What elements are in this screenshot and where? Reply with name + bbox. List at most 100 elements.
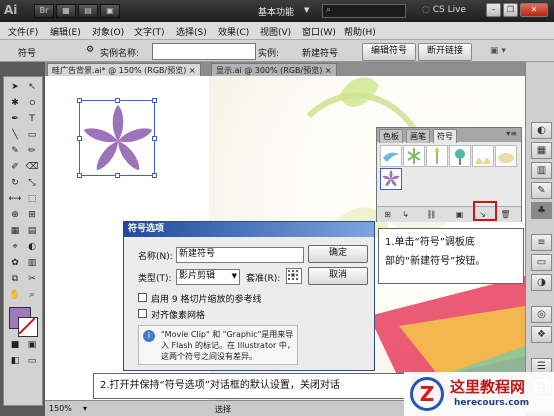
menu-type[interactable]: 文字(T) [134,25,165,38]
restore-icon[interactable]: ❐ [503,3,518,17]
menu-effect[interactable]: 效果(C) [218,25,249,38]
symbols-panel-icon[interactable]: ♣ [531,202,552,219]
symbol-swatch[interactable] [449,145,471,167]
selection-tool-icon[interactable]: ➤ [8,81,22,94]
perspective-grid-icon[interactable]: ⊞ [25,209,39,222]
control-options-icon[interactable]: ▣ ▾ [490,46,506,56]
close-icon[interactable]: ✕ [520,3,548,17]
rotate-tool-icon[interactable]: ↻ [8,177,22,190]
brushes-panel-icon[interactable]: ✎ [531,182,552,199]
selection-bounding-box[interactable] [77,98,157,178]
zoom-level[interactable]: 150% [49,404,72,413]
color-panel-icon[interactable]: ◐ [531,122,552,139]
callout-line: 1.单击“符号”调板底 [385,237,475,248]
scale-tool-icon[interactable]: ⤡ [25,177,39,190]
stroke-color-swatch[interactable] [18,317,38,337]
symbol-swatch[interactable] [380,145,402,167]
workspace-switcher[interactable]: 基本功能 [258,5,294,18]
gradient-tool-icon[interactable]: ▤ [25,225,39,238]
symbol-swatch[interactable] [403,145,425,167]
menu-file[interactable]: 文件(F) [8,25,38,38]
eraser-icon[interactable]: ⌫ [25,161,39,174]
cs-live-button[interactable]: ◌ CS Live [422,5,466,15]
panel-menu-icon[interactable]: ▾≡ [506,129,517,138]
gradient-panel-icon[interactable]: ▭ [531,254,552,271]
blend-tool-icon[interactable]: ◐ [25,241,39,254]
pixel-grid-checkbox[interactable] [138,309,147,318]
arrange-documents-icon[interactable]: ▤ [78,4,98,18]
gradient-mode-icon[interactable]: ▣ [25,339,39,352]
width-tool-icon[interactable]: ⟷ [8,193,22,206]
instance-name-input[interactable] [152,43,256,60]
line-tool-icon[interactable]: ╲ [8,129,22,142]
shape-builder-icon[interactable]: ⊕ [8,209,22,222]
graphic-styles-icon[interactable]: ❖ [531,326,552,343]
registration-grid-icon[interactable] [286,268,302,284]
cancel-button[interactable]: 取消 [308,267,368,285]
edit-symbol-button[interactable]: 编辑符号 [362,43,416,61]
place-symbol-icon[interactable]: ↳ [399,209,412,220]
transparency-panel-icon[interactable]: ◑ [531,274,552,291]
draw-normal-icon[interactable]: ◧ [8,355,22,368]
appearance-panel-icon[interactable]: ◎ [531,306,552,323]
tab-brushes[interactable]: 画笔 [406,129,430,143]
color-mode-icon[interactable]: ■ [8,339,22,352]
symbol-options-icon[interactable]: ▣ [453,209,466,220]
artboard-tool-icon[interactable]: ⧉ [8,273,22,286]
pencil-icon[interactable]: ✏ [25,145,39,158]
symbol-sprayer-icon[interactable]: ✿ [8,257,22,270]
direct-selection-icon[interactable]: ↖ [25,81,39,94]
break-link-button[interactable]: 断开链接 [418,43,472,61]
search-input[interactable]: ⌕ [322,4,406,18]
slice-tool-icon[interactable]: ✂ [25,273,39,286]
symbol-name-input[interactable]: 新建符号 [176,247,304,263]
break-link-icon[interactable]: ⛓ [425,209,438,220]
blob-brush-icon[interactable]: ✐ [8,161,22,174]
graph-tool-icon[interactable]: ▥ [25,257,39,270]
screen-mode-tool-icon[interactable]: ▭ [25,355,39,368]
delete-symbol-icon[interactable]: 🗑 [499,209,512,220]
type-tool-icon[interactable]: T [25,113,39,126]
minimize-icon[interactable]: – [486,3,501,17]
symbol-type-select[interactable]: 影片剪辑 ▼ [176,269,240,285]
menu-view[interactable]: 视图(V) [260,25,291,38]
symbol-swatch[interactable] [495,145,517,167]
menu-window[interactable]: 窗口(W) [302,25,336,38]
mesh-tool-icon[interactable]: ▦ [8,225,22,238]
free-transform-icon[interactable]: ⬚ [25,193,39,206]
menu-help[interactable]: 帮助(H) [344,25,376,38]
tab-doc-ad-background[interactable]: 畦广告背景.ai* @ 150% (RGB/预览) × [47,63,201,77]
guides-checkbox[interactable] [138,293,147,302]
instance-label: 实例: [258,49,280,59]
pen-tool-icon[interactable]: ✒ [8,113,22,126]
ok-button[interactable]: 确定 [308,245,368,263]
tab-symbols[interactable]: 符号 [433,129,457,143]
swatches-panel-icon[interactable]: ▥ [531,162,552,179]
stock-icon[interactable]: ▦ [56,4,76,18]
symbol-swatch-selected[interactable] [380,168,402,190]
rectangle-tool-icon[interactable]: ▭ [25,129,39,142]
close-tab-icon[interactable]: × [189,66,196,75]
zoom-tool-icon[interactable]: ⌕ [25,289,39,302]
lasso-icon[interactable]: ഠ [25,97,39,110]
symbol-library-icon[interactable]: ⊞ [381,209,394,220]
symbol-swatch[interactable] [426,145,448,167]
menu-edit[interactable]: 编辑(E) [50,25,81,38]
paintbrush-icon[interactable]: ✎ [8,145,22,158]
tab-doc-display[interactable]: 显示.ai @ 300% (RGB/预览) × [211,63,337,77]
close-tab-icon[interactable]: × [325,66,332,75]
menu-object[interactable]: 对象(O) [92,25,124,38]
hand-tool-icon[interactable]: ✋ [8,289,22,302]
screen-mode-icon[interactable]: ▣ [100,4,120,18]
status-selection[interactable]: 选择 [215,404,231,415]
chevron-down-icon[interactable]: ▾ [83,404,87,413]
symbol-swatch[interactable] [472,145,494,167]
eyedropper-icon[interactable]: ⌖ [8,241,22,254]
guide-panel-icon[interactable]: ▦ [531,142,552,159]
magic-wand-icon[interactable]: ✱ [8,97,22,110]
bridge-icon[interactable]: Br [34,4,54,18]
stroke-panel-icon[interactable]: ≡ [531,234,552,251]
tab-swatches[interactable]: 色板 [379,129,403,143]
name-label: 名称(N): [138,252,173,262]
menu-select[interactable]: 选择(S) [176,25,207,38]
